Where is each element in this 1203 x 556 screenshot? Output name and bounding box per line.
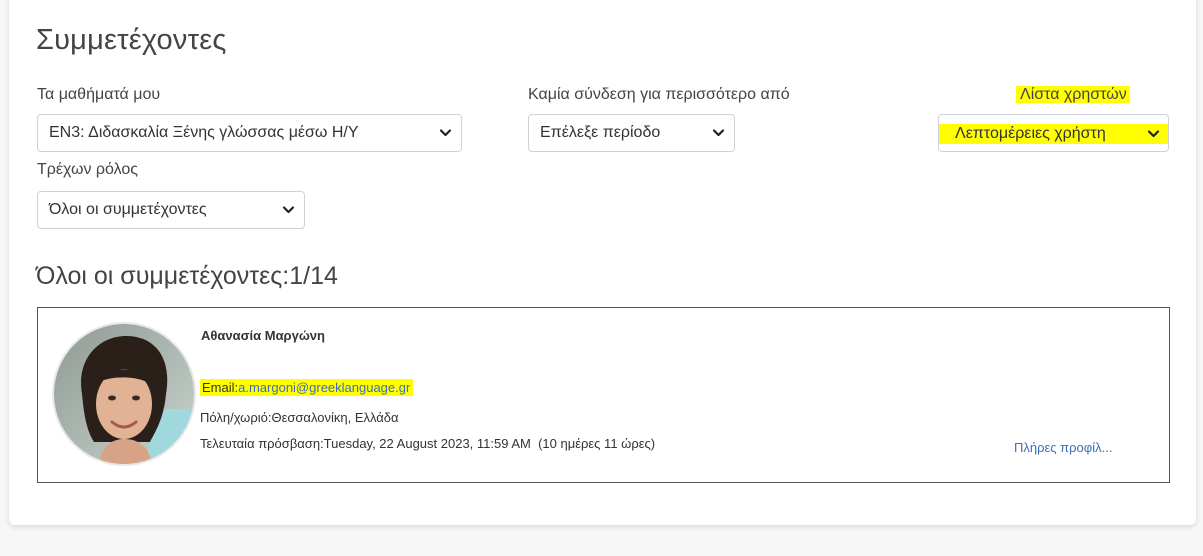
user-city: Θεσσαλονίκη, Ελλάδα bbox=[271, 410, 399, 425]
user-last-access: Tuesday, 22 August 2023, 11:59 AM (10 ημ… bbox=[323, 436, 656, 451]
user-list-select-value: Λεπτομέρειες χρήστη bbox=[939, 124, 1168, 144]
user-email-link[interactable]: a.margoni@greeklanguage.gr bbox=[238, 380, 410, 395]
my-courses-select[interactable]: ΕΝ3: Διδασκαλία Ξένης γλώσσας μέσω Η/Υ bbox=[37, 114, 462, 152]
user-list-label: Λίστα χρηστών bbox=[1016, 86, 1130, 104]
page-title: Συμμετέχοντες bbox=[36, 24, 227, 56]
user-email-label: Email: bbox=[202, 380, 239, 395]
inactive-period-label: Καμία σύνδεση για περισσότερο από bbox=[528, 86, 790, 103]
current-role-select-value: Όλοι οι συμμετέχοντες bbox=[49, 201, 207, 218]
user-last-access-label: Τελευταία πρόσβαση: bbox=[200, 436, 324, 451]
current-role-label: Τρέχων ρόλος bbox=[37, 161, 138, 178]
chevron-down-icon bbox=[712, 129, 725, 137]
participants-count-heading: Όλοι οι συμμετέχοντες:1/14 bbox=[36, 262, 338, 290]
my-courses-label: Τα μαθήματά μου bbox=[37, 86, 161, 103]
user-card: Αθανασία Μαργώνη Email:a.margoni@greekla… bbox=[37, 307, 1170, 483]
inactive-period-select-value: Επέλεξε περίοδο bbox=[540, 124, 661, 141]
user-list-label-text: Λίστα χρηστών bbox=[1016, 86, 1130, 103]
user-email-highlight: Email:a.margoni@greeklanguage.gr bbox=[200, 379, 414, 396]
inactive-period-select[interactable]: Επέλεξε περίοδο bbox=[528, 114, 735, 152]
user-avatar[interactable] bbox=[54, 324, 194, 464]
my-courses-select-value: ΕΝ3: Διδασκαλία Ξένης γλώσσας μέσω Η/Υ bbox=[49, 124, 359, 141]
chevron-down-icon bbox=[439, 129, 452, 137]
user-city-label: Πόλη/χωριό: bbox=[200, 410, 272, 425]
user-city-line: Πόλη/χωριό:Θεσσαλονίκη, Ελλάδα bbox=[200, 410, 399, 425]
user-photo-icon bbox=[54, 324, 194, 464]
user-name: Αθανασία Μαργώνη bbox=[201, 328, 325, 343]
current-role-select[interactable]: Όλοι οι συμμετέχοντες bbox=[37, 191, 305, 229]
user-list-select[interactable]: Λεπτομέρειες χρήστη bbox=[938, 114, 1169, 152]
chevron-down-icon bbox=[282, 206, 295, 214]
user-last-access-line: Τελευταία πρόσβαση:Tuesday, 22 August 20… bbox=[200, 436, 655, 451]
user-email-line: Email:a.margoni@greeklanguage.gr bbox=[200, 379, 414, 396]
chevron-down-icon bbox=[1147, 130, 1160, 138]
full-profile-link[interactable]: Πλήρες προφίλ... bbox=[1014, 440, 1112, 455]
